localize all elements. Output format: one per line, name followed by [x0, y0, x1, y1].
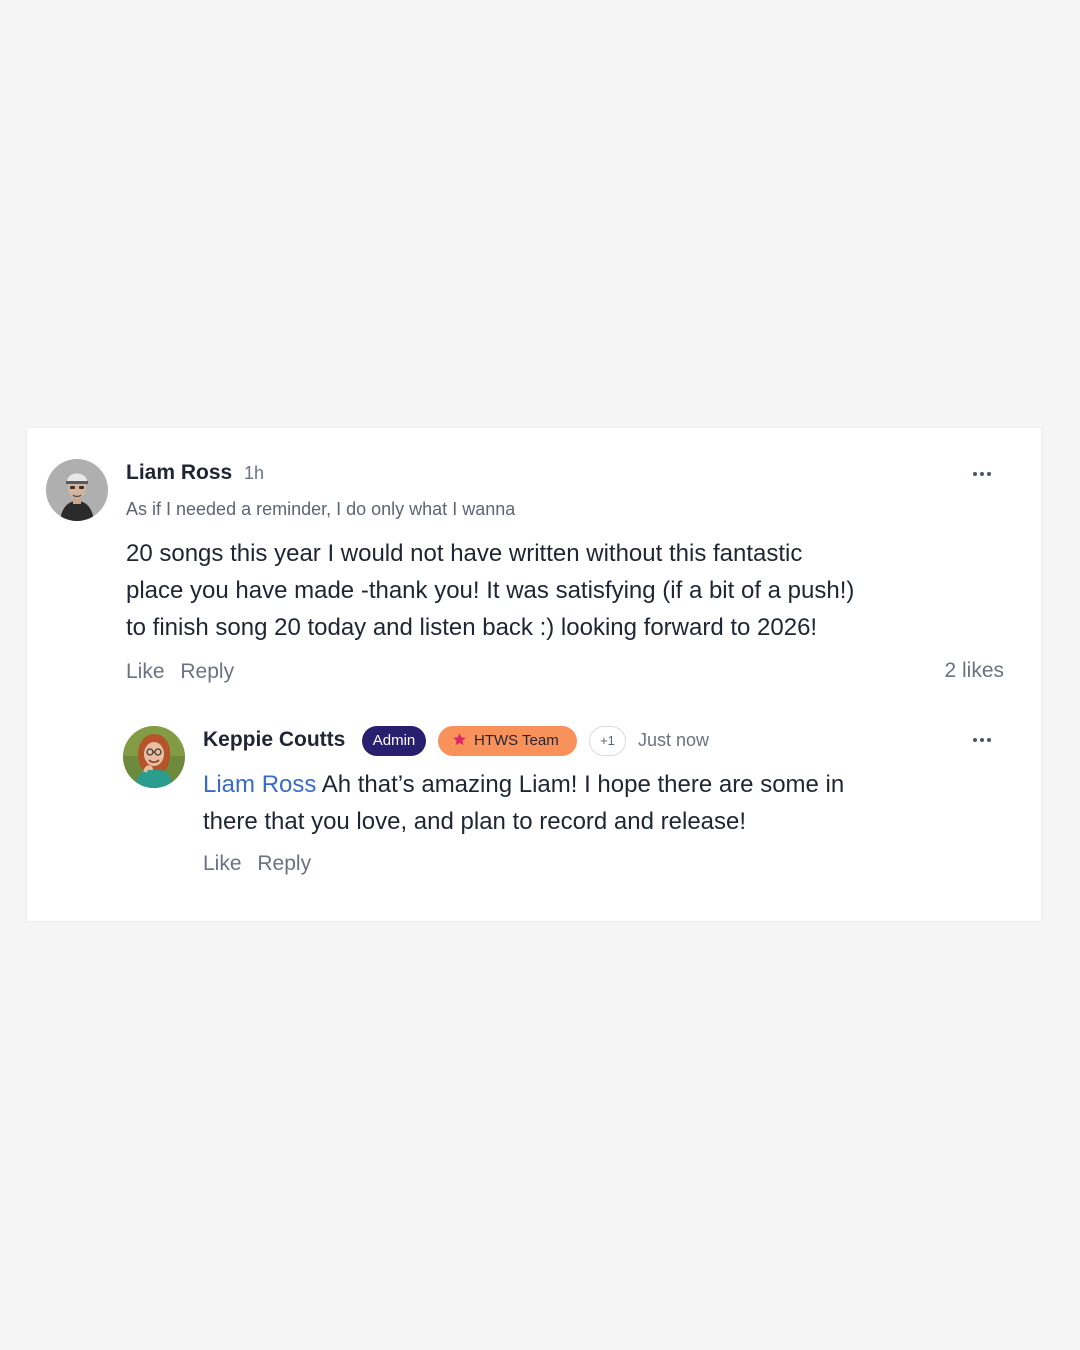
team-badge: HTWS Team	[438, 726, 577, 756]
reply-timestamp: Just now	[638, 730, 710, 750]
avatar[interactable]	[123, 726, 185, 788]
reply-body: Liam Ross Ah that’s amazing Liam! I hope…	[203, 766, 943, 840]
team-badge-label: HTWS Team	[474, 732, 559, 749]
reply-body-text: Ah that’s amazing Liam! I hope there are…	[316, 771, 845, 798]
reply-actions: Like Reply	[203, 852, 321, 876]
like-button[interactable]: Like	[203, 852, 242, 875]
comment-body-line: to finish song 20 today and listen back …	[126, 614, 818, 641]
ellipsis-icon	[973, 472, 991, 476]
comment-body: 20 songs this year I would not have writ…	[126, 535, 956, 646]
like-button[interactable]: Like	[126, 660, 165, 683]
comment-card: Liam Ross 1h As if I needed a reminder, …	[27, 428, 1041, 921]
reply-body-line: Liam Ross Ah that’s amazing Liam! I hope…	[203, 766, 943, 803]
more-options-button[interactable]	[970, 730, 994, 750]
star-icon	[453, 733, 466, 746]
reply-button[interactable]: Reply	[257, 852, 311, 875]
comment-body-line: place you have made -thank you! It was s…	[126, 577, 855, 604]
ellipsis-icon	[973, 738, 991, 742]
reply-button[interactable]: Reply	[180, 660, 234, 683]
avatar-photo-liam	[46, 459, 108, 521]
comment-body-line: 20 songs this year I would not have writ…	[126, 540, 803, 567]
comment-subtitle: As if I needed a reminder, I do only wha…	[126, 499, 516, 519]
comment-author[interactable]: Liam Ross	[126, 461, 232, 485]
more-badges-button[interactable]: +1	[589, 726, 626, 756]
reply-body-line: there that you love, and plan to record …	[203, 808, 747, 835]
likes-count[interactable]: 2 likes	[944, 659, 1004, 683]
admin-badge: Admin	[362, 726, 426, 756]
reply-author[interactable]: Keppie Coutts	[203, 728, 345, 752]
avatar[interactable]	[46, 459, 108, 521]
comment-actions: Like Reply	[126, 660, 244, 684]
comment-timestamp: 1h	[244, 463, 265, 483]
more-options-button[interactable]	[970, 464, 994, 484]
mention-link[interactable]: Liam Ross	[203, 771, 316, 798]
avatar-photo-keppie	[123, 726, 185, 788]
